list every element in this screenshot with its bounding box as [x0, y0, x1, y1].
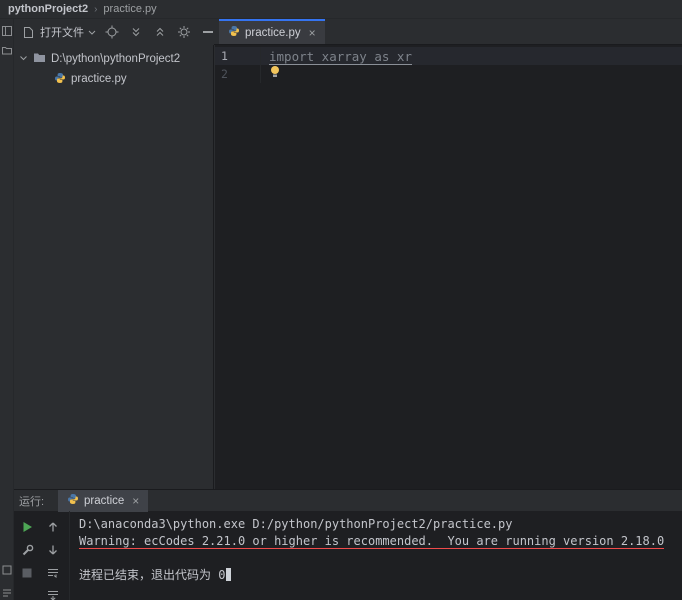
console-exit-line: 进程已结束，退出代码为 0 [79, 567, 682, 584]
run-toolwindow-icon[interactable] [2, 565, 12, 575]
chevron-down-icon[interactable] [19, 53, 28, 65]
editor-tab-label: practice.py [245, 27, 301, 39]
tool-window-stripe [0, 19, 14, 600]
run-toolbar [14, 511, 70, 600]
dropdown-arrow-icon [88, 26, 96, 38]
wrench-icon[interactable] [19, 542, 35, 558]
run-tab-label: practice [84, 495, 124, 507]
bookmarks-toolwindow-icon[interactable] [2, 45, 12, 55]
open-file-icon [20, 24, 36, 40]
close-icon[interactable]: × [132, 494, 139, 508]
console-command-line: D:\anaconda3\python.exe D:/python/python… [79, 516, 682, 533]
expand-all-button[interactable] [128, 24, 144, 40]
tree-row-project-root[interactable]: D:\python\pythonProject2 [14, 49, 213, 69]
down-arrow-button[interactable] [45, 542, 61, 558]
tree-row-practice-file[interactable]: practice.py [14, 69, 213, 89]
breadcrumb: pythonProject2 › practice.py [0, 0, 682, 19]
run-panel: 运行: practice × [14, 489, 682, 600]
exit-text: 进程已结束，退出代码为 0 [79, 568, 225, 582]
code-import-statement[interactable]: import xarray as xr [269, 48, 412, 65]
run-console[interactable]: D:\anaconda3\python.exe D:/python/python… [70, 511, 682, 600]
project-panel: D:\python\pythonProject2 practice.py [14, 45, 214, 489]
editor-line-2[interactable]: 2 [215, 65, 682, 83]
python-icon [67, 493, 79, 508]
breadcrumb-file[interactable]: practice.py [103, 3, 156, 15]
warning-text: Warning: ecCodes 2.21.0 or higher is rec… [79, 533, 664, 549]
run-panel-body: D:\anaconda3\python.exe D:/python/python… [14, 511, 682, 600]
collapse-all-button[interactable] [152, 24, 168, 40]
line-number-2: 2 [215, 65, 261, 83]
open-files-label: 打开文件 [40, 24, 84, 40]
run-tab-practice[interactable]: practice × [58, 490, 148, 512]
line-number-1: 1 [215, 47, 261, 65]
python-icon [54, 72, 66, 87]
editor-tab-practice[interactable]: practice.py × [219, 19, 325, 44]
gear-icon[interactable] [176, 24, 192, 40]
editor-tab-strip: practice.py × [214, 19, 682, 45]
editor-line-1[interactable]: 1 import xarray as xr [215, 47, 682, 65]
tree-file-label: practice.py [71, 73, 127, 85]
text-cursor [226, 568, 231, 581]
rerun-button[interactable] [19, 519, 35, 535]
project-toolwindow-icon[interactable] [2, 26, 12, 36]
open-files-selector[interactable]: 打开文件 [20, 24, 96, 40]
folder-icon [33, 52, 46, 66]
lightbulb-icon[interactable] [269, 65, 281, 83]
code-editor[interactable]: 1 import xarray as xr 2 [215, 45, 682, 489]
select-opened-file-button[interactable] [104, 24, 120, 40]
run-label: 运行: [14, 493, 48, 509]
up-arrow-button[interactable] [45, 519, 61, 535]
console-blank-line [79, 550, 682, 567]
pycharm-window: pythonProject2 › practice.py 打开文件 [0, 0, 682, 600]
soft-wrap-button[interactable] [45, 565, 61, 581]
python-icon [228, 25, 240, 40]
console-warning-line: Warning: ecCodes 2.21.0 or higher is rec… [79, 533, 682, 550]
close-icon[interactable]: × [309, 26, 316, 40]
breadcrumb-project[interactable]: pythonProject2 [8, 3, 88, 15]
stop-button[interactable] [19, 565, 35, 581]
tree-root-label: D:\python\pythonProject2 [51, 53, 180, 65]
breadcrumb-separator: › [94, 4, 97, 15]
scroll-to-end-button[interactable] [45, 588, 61, 600]
run-panel-header: 运行: practice × [14, 489, 682, 511]
project-panel-toolbar: 打开文件 [14, 19, 214, 45]
problems-toolwindow-icon[interactable] [2, 588, 12, 598]
